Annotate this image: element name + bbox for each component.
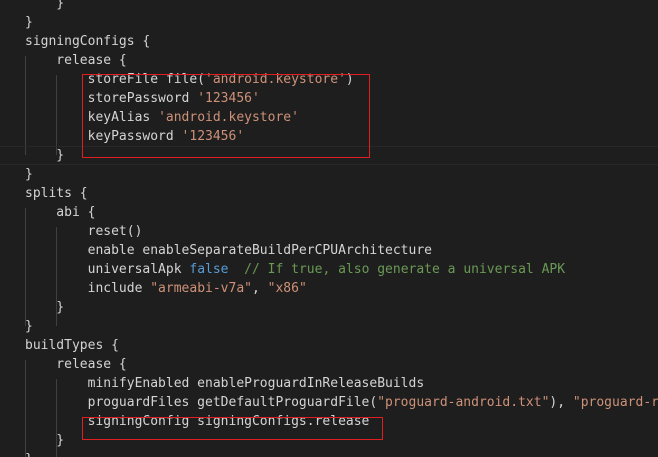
code-line[interactable]: splits {: [25, 184, 88, 203]
code-token: "x86": [267, 281, 307, 296]
code-token: // If true, also generate a universal AP…: [244, 262, 566, 277]
code-token: signingConfigs {: [25, 34, 151, 49]
code-token: ),: [549, 395, 573, 410]
code-token: proguardFiles getDefaultProguardFile(: [25, 395, 378, 410]
code-token: }: [25, 15, 33, 30]
code-token: release {: [25, 53, 127, 68]
code-line[interactable]: }: [25, 450, 33, 457]
code-line[interactable]: }: [25, 317, 33, 336]
code-token: }: [25, 452, 33, 457]
code-line[interactable]: }: [25, 165, 33, 184]
code-token: release {: [25, 357, 127, 372]
code-line[interactable]: }: [25, 146, 64, 165]
code-line[interactable]: signingConfigs {: [25, 32, 150, 51]
code-line[interactable]: }: [25, 13, 33, 32]
code-line[interactable]: proguardFiles getDefaultProguardFile("pr…: [25, 393, 658, 412]
code-token: splits {: [25, 186, 88, 201]
code-token: }: [25, 167, 33, 182]
code-token: }: [25, 300, 65, 315]
code-token: minifyEnabled enableProguardInReleaseBui…: [25, 376, 425, 391]
code-token: reset(): [25, 224, 143, 239]
code-line[interactable]: minifyEnabled enableProguardInReleaseBui…: [25, 374, 425, 393]
code-token: enable enableSeparateBuildPerCPUArchitec…: [25, 243, 432, 258]
code-line[interactable]: reset(): [25, 222, 143, 241]
code-token: }: [25, 319, 33, 334]
code-line[interactable]: }: [25, 431, 64, 450]
code-token: }: [25, 0, 65, 11]
code-token: false: [189, 262, 229, 277]
code-line[interactable]: release {: [25, 355, 127, 374]
code-token: "proguard-android.txt": [377, 395, 550, 410]
code-line[interactable]: abi {: [25, 203, 95, 222]
code-editor[interactable]: }} signingConfigs { release { storeFile f…: [0, 0, 658, 457]
code-line[interactable]: enable enableSeparateBuildPerCPUArchitec…: [25, 241, 432, 260]
code-token: include: [25, 281, 151, 296]
signing-config-highlight-box: [82, 74, 370, 158]
code-token: abi {: [25, 205, 96, 220]
code-token: "proguard-rules.pro": [572, 395, 658, 410]
code-line[interactable]: buildTypes {: [25, 336, 119, 355]
code-line[interactable]: include "armeabi-v7a", "x86": [25, 279, 307, 298]
code-line[interactable]: release {: [25, 51, 127, 70]
code-line[interactable]: }: [25, 298, 64, 317]
code-token: ,: [251, 281, 268, 296]
code-line[interactable]: }: [25, 0, 64, 13]
code-token: buildTypes {: [25, 338, 119, 353]
code-token: universalApk: [25, 262, 190, 277]
code-token: }: [25, 148, 65, 163]
code-token: "armeabi-v7a": [150, 281, 252, 296]
code-line[interactable]: universalApk false // If true, also gene…: [25, 260, 565, 279]
code-token: }: [25, 433, 65, 448]
signing-config-release-highlight-box: [82, 417, 383, 440]
